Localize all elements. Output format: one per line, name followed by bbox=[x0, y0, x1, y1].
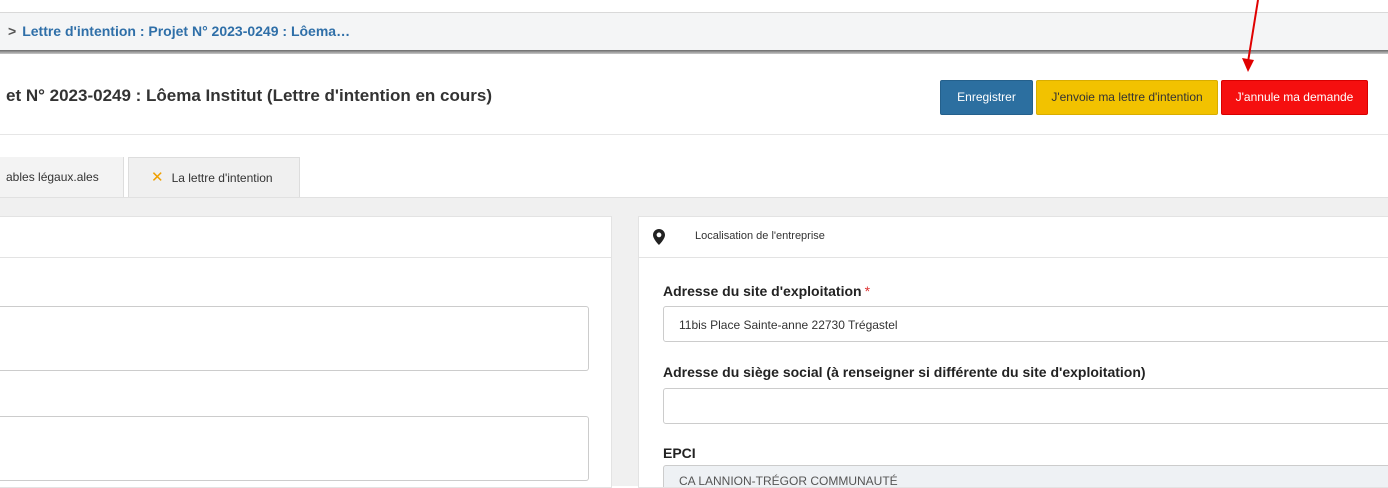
tools-icon: ✕ bbox=[151, 169, 164, 186]
annotation-arrow bbox=[1242, 0, 1259, 72]
tab-label: ables légaux.ales bbox=[6, 170, 99, 184]
breadcrumb-text[interactable]: Lettre d'intention : Projet N° 2023-0249… bbox=[22, 23, 350, 39]
cancel-request-button[interactable]: J'annule ma demande bbox=[1221, 80, 1368, 115]
location-panel: Localisation de l'entreprise Adresse du … bbox=[638, 216, 1388, 488]
left-textarea-1[interactable] bbox=[0, 306, 589, 371]
epci-label: EPCI bbox=[663, 445, 696, 461]
site-address-field[interactable]: 11bis Place Sainte-anne 22730 Trégastel bbox=[663, 306, 1388, 342]
save-button[interactable]: Enregistrer bbox=[940, 80, 1033, 115]
send-letter-button[interactable]: J'envoie ma lettre d'intention bbox=[1036, 80, 1218, 115]
left-panel bbox=[0, 216, 612, 488]
hq-address-field[interactable] bbox=[663, 388, 1388, 424]
page-title: et N° 2023-0249 : Lôema Institut (Lettre… bbox=[6, 86, 492, 105]
epci-field: CA LANNION-TRÉGOR COMMUNAUTÉ bbox=[663, 465, 1388, 487]
divider bbox=[0, 134, 1388, 135]
breadcrumb-bar-shadow bbox=[0, 50, 1388, 54]
tab-letter-of-intent[interactable]: ✕ La lettre d'intention bbox=[128, 157, 300, 197]
breadcrumb[interactable]: > Lettre d'intention : Projet N° 2023-024… bbox=[8, 23, 350, 39]
map-marker-icon bbox=[653, 229, 665, 245]
chevron-right-icon: > bbox=[8, 23, 17, 39]
tab-legal-representatives[interactable]: ables légaux.ales bbox=[0, 157, 124, 197]
hq-address-label: Adresse du siège social (à renseigner si… bbox=[663, 364, 1146, 380]
left-textarea-2[interactable] bbox=[0, 416, 589, 481]
site-address-label-text: Adresse du site d'exploitation bbox=[663, 283, 862, 299]
tab-label: La lettre d'intention bbox=[171, 171, 273, 185]
panel-header-divider bbox=[639, 257, 1388, 258]
site-address-label: Adresse du site d'exploitation * bbox=[663, 283, 870, 299]
panel-title: Localisation de l'entreprise bbox=[695, 230, 825, 242]
panel-header-divider bbox=[0, 257, 611, 258]
required-mark: * bbox=[864, 283, 871, 299]
